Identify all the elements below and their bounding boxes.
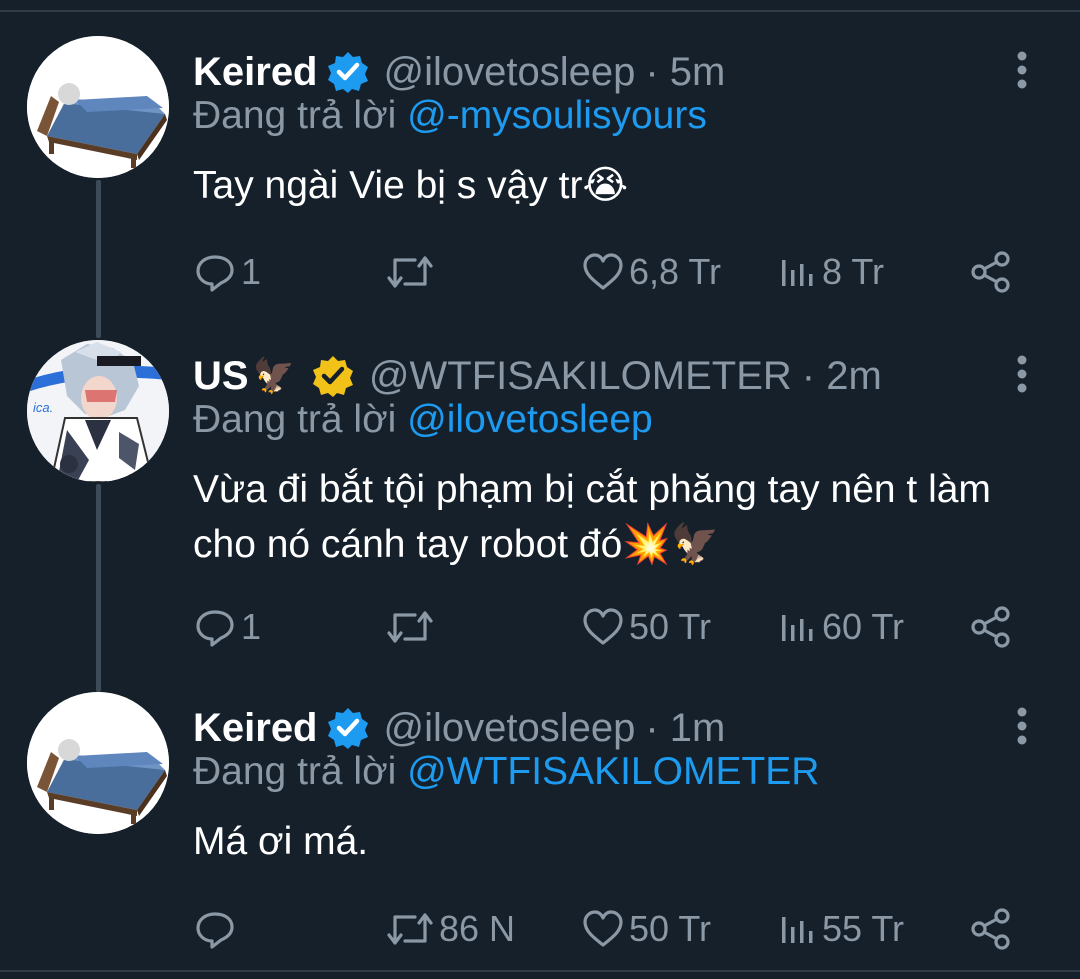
tweet-text: Tay ngài Vie bị s vậy tr😭: [193, 164, 629, 207]
like-count: 6,8 Tr: [629, 251, 722, 292]
tweet[interactable]: Keired @ilovetosleep · 5m Đang trả lời @…: [0, 36, 1080, 316]
like-button[interactable]: 6,8 Tr: [581, 247, 721, 297]
analytics-icon: [782, 260, 813, 286]
views-count: 8 Tr: [822, 251, 885, 292]
replying-to: Đang trả lời @ilovetosleep: [193, 398, 653, 442]
tweet-actions: 1 6,8 Tr 8 Tr: [193, 247, 1033, 297]
analytics-icon: [782, 615, 813, 641]
heart-icon: [583, 910, 623, 947]
retweet-icon: [387, 913, 433, 945]
tweet-text: Má ơi má.: [193, 820, 369, 863]
retweet-icon: [387, 256, 433, 288]
verified-badge-icon: [327, 52, 368, 93]
more-options-icon[interactable]: [1008, 354, 1036, 394]
verified-badge-icon: [327, 708, 368, 749]
replying-to-label: Đang trả lời: [193, 750, 397, 793]
avatar[interactable]: [27, 36, 169, 178]
retweet-button[interactable]: 86 N: [385, 904, 515, 954]
avatar[interactable]: [27, 692, 169, 834]
replying-to: Đang trả lời @WTFISAKILOMETER: [193, 750, 819, 794]
like-count: 50 Tr: [629, 908, 712, 949]
svg-text:ica.: ica.: [33, 400, 53, 415]
display-name[interactable]: US: [193, 354, 249, 399]
tweet-text: Vừa đi bắt tội phạm bị cắt phăng tay nên…: [193, 468, 991, 566]
display-name[interactable]: Keired: [193, 706, 318, 751]
share-icon: [971, 251, 1010, 293]
tweet-actions: 1 50 Tr 60 Tr: [193, 602, 1033, 652]
share-button[interactable]: [969, 602, 1013, 652]
reply-button[interactable]: [193, 904, 241, 954]
retweet-count: 86 N: [439, 908, 516, 949]
share-icon: [971, 908, 1010, 950]
tweet[interactable]: ica. US 🦅 @WTFISAKILOMETER · 2m Đang trả…: [0, 340, 1080, 670]
like-button[interactable]: 50 Tr: [581, 904, 711, 954]
sleeping-in-bed-avatar-icon: [27, 36, 169, 178]
tweet-actions: 86 N 50 Tr 55 Tr: [193, 904, 1033, 954]
tweet-header: Keired @ilovetosleep · 1m: [193, 698, 725, 758]
timestamp[interactable]: · 1m: [645, 706, 725, 751]
reply-button[interactable]: 1: [193, 247, 261, 297]
share-button[interactable]: [969, 247, 1013, 297]
reply-count: 1: [241, 251, 262, 292]
handle[interactable]: @ilovetosleep: [384, 50, 636, 95]
views-button[interactable]: 55 Tr: [778, 904, 904, 954]
reply-icon: [196, 255, 234, 292]
reply-button[interactable]: 1: [193, 602, 261, 652]
replying-to: Đang trả lời @-mysoulisyours: [193, 94, 707, 138]
retweet-button[interactable]: [385, 247, 439, 297]
replying-to-label: Đang trả lời: [193, 398, 397, 441]
views-count: 60 Tr: [822, 606, 905, 647]
tweet-header: US 🦅 @WTFISAKILOMETER · 2m: [193, 346, 882, 406]
tweet-thread: Keired @ilovetosleep · 5m Đang trả lời @…: [0, 0, 1080, 979]
like-count: 50 Tr: [629, 606, 712, 647]
more-options-icon[interactable]: [1008, 50, 1036, 90]
views-button[interactable]: 60 Tr: [778, 602, 904, 652]
replying-to-user-link[interactable]: @WTFISAKILOMETER: [407, 750, 819, 793]
reply-icon: [196, 610, 234, 647]
handle[interactable]: @ilovetosleep: [384, 706, 636, 751]
retweet-icon: [387, 611, 433, 643]
display-name[interactable]: Keired: [193, 50, 318, 95]
tweet[interactable]: Keired @ilovetosleep · 1m Đang trả lời @…: [0, 692, 1080, 962]
timestamp[interactable]: · 2m: [802, 354, 882, 399]
views-button[interactable]: 8 Tr: [778, 247, 884, 297]
replying-to-user-link[interactable]: @ilovetosleep: [407, 398, 653, 441]
replying-to-user-link[interactable]: @-mysoulisyours: [407, 94, 707, 137]
tweet-header: Keired @ilovetosleep · 5m: [193, 42, 725, 102]
views-count: 55 Tr: [822, 908, 905, 949]
top-divider: [0, 10, 1080, 12]
analytics-icon: [782, 917, 813, 943]
anime-character-avatar-icon: ica.: [27, 340, 169, 482]
like-button[interactable]: 50 Tr: [581, 602, 711, 652]
share-button[interactable]: [969, 904, 1013, 954]
share-icon: [971, 606, 1010, 648]
handle[interactable]: @WTFISAKILOMETER: [369, 354, 792, 399]
replying-to-label: Đang trả lời: [193, 94, 397, 137]
timestamp[interactable]: · 5m: [645, 50, 725, 95]
reply-count: 1: [241, 606, 262, 647]
more-options-icon[interactable]: [1008, 706, 1036, 746]
retweet-button[interactable]: [385, 602, 439, 652]
sleeping-in-bed-avatar-icon: [27, 692, 169, 834]
bottom-divider: [0, 970, 1080, 972]
heart-icon: [583, 253, 623, 290]
reply-icon: [196, 912, 234, 949]
verified-badge-icon: [312, 356, 353, 397]
name-emoji: 🦅: [252, 357, 295, 395]
heart-icon: [583, 608, 623, 645]
avatar[interactable]: ica.: [27, 340, 169, 482]
